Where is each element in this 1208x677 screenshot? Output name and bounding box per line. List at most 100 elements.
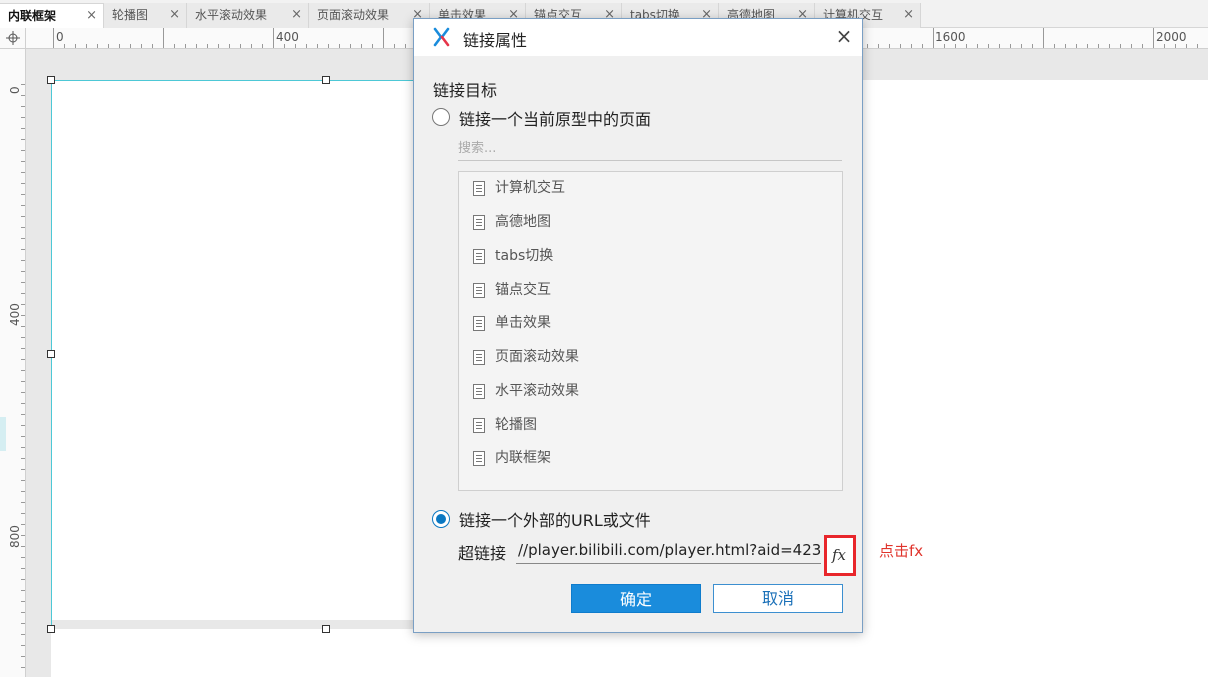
ruler-tick [21, 271, 25, 272]
hyperlink-label: 超链接 [458, 544, 507, 563]
list-item[interactable]: 轮播图 [473, 413, 537, 437]
ruler-tick [21, 95, 25, 96]
resize-handle[interactable] [322, 625, 330, 633]
radio-internal-page[interactable] [432, 108, 450, 126]
ruler-label: 0 [56, 30, 64, 44]
ruler-tick [251, 44, 252, 48]
ruler-tick [1142, 44, 1143, 48]
ruler-label: 800 [8, 525, 22, 548]
ruler-tick [21, 194, 25, 195]
ruler-tick [21, 502, 25, 503]
ruler-tick [1021, 44, 1022, 48]
cancel-button[interactable]: 取消 [713, 584, 843, 613]
ruler-tick [53, 28, 54, 48]
radio-external-url[interactable] [432, 510, 450, 528]
tab-carousel[interactable]: 轮播图 × [104, 3, 187, 28]
ruler-tick [21, 370, 25, 371]
list-item[interactable]: 锚点交互 [473, 278, 551, 302]
ruler-tick [284, 44, 285, 48]
ruler-tick [1087, 44, 1088, 48]
ruler-tick [21, 359, 25, 360]
tab-label: 内联框架 [8, 9, 57, 23]
close-icon[interactable]: × [834, 26, 854, 47]
ruler-tick [1076, 44, 1077, 48]
close-icon[interactable]: × [291, 3, 302, 27]
list-item[interactable]: 单击效果 [473, 311, 551, 335]
tab-label: 页面滚动效果 [317, 8, 390, 22]
page-name: 内联框架 [495, 450, 551, 466]
tab-label: 水平滚动效果 [195, 8, 268, 22]
ruler-tick [361, 44, 362, 48]
ruler-tick [152, 44, 153, 48]
ruler-tick [185, 44, 186, 48]
list-item[interactable]: 高德地图 [473, 210, 551, 234]
ruler-tick [21, 656, 25, 657]
ruler-tick [218, 44, 219, 48]
list-item[interactable]: 计算机交互 [473, 176, 565, 200]
ruler-tick [1010, 44, 1011, 48]
page-search-input[interactable]: 搜索... [458, 137, 842, 161]
close-icon[interactable]: × [903, 3, 914, 27]
ruler-tick [955, 44, 956, 48]
resize-handle[interactable] [47, 76, 55, 84]
canvas-margin [26, 49, 51, 677]
list-item[interactable]: 水平滚动效果 [473, 379, 579, 403]
ruler-tick [1120, 44, 1121, 48]
ruler-tick [1197, 44, 1198, 48]
link-target-heading: 链接目标 [433, 81, 498, 100]
ruler-tick [1054, 44, 1055, 48]
ruler-tick [295, 44, 296, 48]
ruler-tick [372, 44, 373, 48]
page-icon [473, 384, 485, 399]
ruler-tick [306, 44, 307, 48]
ruler-tick [1175, 44, 1176, 48]
page-icon [473, 350, 485, 365]
page-name: 单击效果 [495, 315, 551, 331]
ruler-tick [21, 128, 25, 129]
ruler-tick [999, 44, 1000, 48]
list-item[interactable]: 内联框架 [473, 446, 551, 470]
ruler-tick [229, 44, 230, 48]
radio-external-url-label[interactable]: 链接一个外部的URL或文件 [459, 507, 651, 531]
resize-handle[interactable] [47, 350, 55, 358]
ruler-tick [21, 601, 25, 602]
ruler-tick [944, 44, 945, 48]
fx-button[interactable]: fx [824, 535, 856, 576]
ruler-tick [21, 469, 25, 470]
ruler-tick [21, 491, 25, 492]
close-icon[interactable]: × [169, 3, 180, 27]
ruler-tick [21, 579, 25, 580]
resize-handle[interactable] [322, 76, 330, 84]
dialog-titlebar[interactable]: 链接属性 × [414, 19, 862, 56]
resize-handle[interactable] [47, 625, 55, 633]
hyperlink-input[interactable]: //player.bilibili.com/player.html?aid=42… [516, 536, 821, 564]
ruler-tick [64, 44, 65, 48]
page-list: 计算机交互 高德地图 tabs切换 锚点交互 单击效果 页面滚动效果 水平滚动效… [458, 171, 843, 491]
ruler-tick [21, 260, 25, 261]
page-name: 锚点交互 [495, 282, 551, 298]
ruler-tick [21, 348, 25, 349]
radio-internal-page-label[interactable]: 链接一个当前原型中的页面 [459, 106, 651, 130]
tab-horizontal-scroll[interactable]: 水平滚动效果 × [187, 3, 309, 28]
ruler-tick [966, 44, 967, 48]
ruler-tick [21, 458, 25, 459]
ruler-tick [21, 436, 25, 437]
ruler-tick [21, 84, 25, 85]
dialog-title: 链接属性 [463, 31, 528, 50]
ruler-tick [97, 44, 98, 48]
tab-page-scroll[interactable]: 页面滚动效果 × [309, 3, 430, 28]
ruler-tick [108, 44, 109, 48]
ruler-tick [317, 44, 318, 48]
list-item[interactable]: 页面滚动效果 [473, 345, 579, 369]
ruler-tick [21, 546, 25, 547]
ruler-tick [21, 293, 25, 294]
tab-inline-frame[interactable]: 内联框架 × [0, 3, 104, 28]
list-item[interactable]: tabs切换 [473, 244, 553, 268]
ruler-tick [240, 44, 241, 48]
ruler-label: 0 [8, 86, 22, 94]
ok-button[interactable]: 确定 [571, 584, 701, 613]
close-icon[interactable]: × [86, 4, 97, 28]
ruler-tick [933, 28, 934, 48]
ruler-tick [21, 249, 25, 250]
ruler-tick [21, 414, 25, 415]
